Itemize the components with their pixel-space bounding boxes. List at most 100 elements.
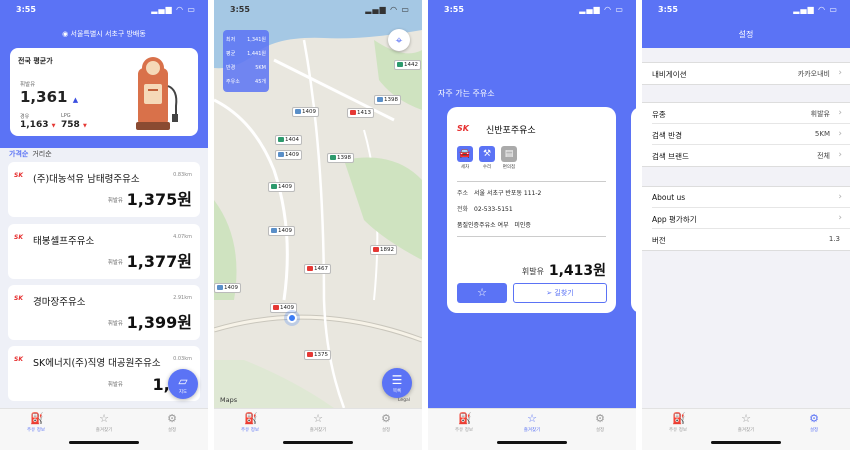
tab-fav-label: 즐겨찾기 <box>95 428 113 433</box>
tab-favorites[interactable]: ☆ 즐겨찾기 <box>512 413 552 434</box>
station-card[interactable]: SK 경마장주유소 2.91km 휘발유 1,399원 <box>8 285 200 340</box>
lpg-price-row: 758 ▼ <box>61 120 87 130</box>
tab-favorites[interactable]: ☆ 즐겨찾기 <box>84 413 124 434</box>
station-marker[interactable]: 1409 <box>275 150 302 160</box>
address-value: 서울 서초구 반포동 111-2 <box>474 190 542 197</box>
station-marker[interactable]: 1404 <box>275 135 302 145</box>
station-card[interactable]: SK (주)대농석유 남태령주유소 0.83km 휘발유 1,375원 <box>8 162 200 217</box>
chevron-right-icon: › <box>838 129 842 139</box>
tab-info-label: 주유 정보 <box>27 428 45 433</box>
station-marker[interactable]: 1409 <box>292 107 319 117</box>
tab-info[interactable]: ⛽ 주유 정보 <box>16 413 56 434</box>
station-distance: 0.83km <box>173 172 192 178</box>
service-label: 세차 <box>460 165 470 170</box>
info-value: 5KM <box>255 65 266 71</box>
setting-value: 1.3 <box>828 235 840 243</box>
setting-rate-app[interactable]: App 평가하기 › <box>652 208 850 229</box>
marker-price: 1442 <box>404 62 418 68</box>
list-view-button[interactable]: ☰ 목록 <box>382 368 412 398</box>
tab-settings[interactable]: ⚙ 설정 <box>152 412 192 434</box>
lpg-price: 758 <box>61 120 80 130</box>
setting-navigation[interactable]: 내비게이션 카카오내비 › <box>652 63 850 84</box>
station-marker[interactable]: 1467 <box>304 264 331 274</box>
station-marker[interactable]: 1409 <box>268 226 295 236</box>
sort-price-tab[interactable]: 가격순 <box>9 150 28 158</box>
gear-icon: ⚙ <box>809 412 819 425</box>
sk-logo-icon: SK <box>14 295 23 302</box>
chevron-right-icon: › <box>838 150 842 160</box>
service-label: 편의점 <box>502 165 516 170</box>
diesel-price: 1,163 <box>20 120 49 130</box>
info-row: 최저 1,341원 <box>226 33 266 47</box>
station-marker[interactable]: 1892 <box>370 245 397 255</box>
chevron-right-icon: › <box>838 68 842 78</box>
marker-price: 1398 <box>384 97 398 103</box>
setting-search-brand[interactable]: 검색 브랜드 전체 › <box>652 145 850 166</box>
status-bar: 3:55 ▂▄▆ ◠ ▭ <box>230 5 410 14</box>
info-key: 평균 <box>226 51 236 57</box>
station-card[interactable]: SK 태봉셀프주유소 4.07km 휘발유 1,377원 <box>8 224 200 279</box>
marker-price: 1892 <box>380 247 394 253</box>
marker-price: 1409 <box>280 305 294 311</box>
tab-info[interactable]: ⛽ 주유 정보 <box>658 413 698 434</box>
setting-label: 내비게이션 <box>652 70 687 79</box>
gear-icon: ⚙ <box>167 412 177 425</box>
station-marker[interactable]: 1398 <box>374 95 401 105</box>
favorite-station-card[interactable]: SK 신반포주유소 🚘 ⚒ ▤ 세차 수리 편의점 주소 서울 서초구 반포동 1… <box>447 107 616 313</box>
next-card-peek[interactable] <box>631 107 636 313</box>
settings-group-search: 유종 휘발유 › 검색 반경 5KM › 검색 브랜드 전체 › <box>642 102 850 167</box>
locate-me-button[interactable]: ⌖ <box>388 29 410 51</box>
setting-about-us[interactable]: About us › <box>652 187 850 208</box>
marker-price: 1409 <box>278 184 292 190</box>
phone-value: 02-533-5151 <box>474 206 513 213</box>
station-marker[interactable]: 1409 <box>270 303 297 313</box>
tab-settings-label: 설정 <box>809 428 819 433</box>
national-average-card: 전국 평균가 휘발유 1,361 ▲ 경유 1,163 ▼ LPG 758 ▼ <box>10 48 198 136</box>
status-time: 3:55 <box>658 5 678 14</box>
map-icon: ▱ <box>178 374 188 388</box>
tab-fav-label: 즐겨찾기 <box>523 428 541 433</box>
fuel-type: 휘발유 <box>107 382 123 388</box>
legal-link[interactable]: Legal <box>398 398 410 403</box>
setting-label: 검색 반경 <box>652 131 682 140</box>
sk-logo-icon: SK <box>14 356 23 363</box>
tab-settings[interactable]: ⚙ 설정 <box>580 413 620 434</box>
marker-price: 1409 <box>278 228 292 234</box>
sk-logo-icon: SK <box>14 234 23 241</box>
tab-settings[interactable]: ⚙ 설정 <box>794 412 834 434</box>
sort-distance-tab[interactable]: 거리순 <box>32 150 51 158</box>
map-view-button[interactable]: ▱ 지도 <box>168 369 198 399</box>
tab-favorites[interactable]: ☆ 즐겨찾기 <box>298 413 338 434</box>
station-marker[interactable]: 1409 <box>214 283 241 293</box>
divider <box>457 236 606 237</box>
fuel-type: 휘발유 <box>107 321 123 327</box>
tab-bar: ⛽ 주유 정보 ☆ 즐겨찾기 ⚙ 설정 <box>0 408 208 450</box>
up-arrow-icon: ▲ <box>72 96 79 104</box>
tab-settings[interactable]: ⚙ 설정 <box>366 413 406 434</box>
station-marker[interactable]: 1398 <box>327 153 354 163</box>
screen-settings: 3:55 ▂▄▆ ◠ ▭ 설정 내비게이션 카카오내비 › 유종 휘발유 › 검색 반경 5… <box>642 0 850 450</box>
station-marker[interactable]: 1413 <box>347 108 374 118</box>
chevron-right-icon: › <box>838 108 842 118</box>
setting-search-radius[interactable]: 검색 반경 5KM › <box>652 124 850 145</box>
station-marker[interactable]: 1375 <box>304 350 331 360</box>
map-info-box: 최저 1,341원 평균 1,441원 반경 5KM 주유소 45개 <box>223 30 269 92</box>
current-location-dot <box>287 313 297 323</box>
station-marker[interactable]: 1442 <box>394 60 421 70</box>
favorite-toggle-button[interactable]: ☆ <box>457 283 507 303</box>
station-name: 경마장주유소 <box>33 297 86 308</box>
marker-price: 1467 <box>314 266 328 272</box>
setting-fuel-type[interactable]: 유종 휘발유 › <box>652 103 850 124</box>
location-selector[interactable]: ◉ 서울특별시 서초구 방배동 <box>0 29 208 39</box>
directions-button[interactable]: ➢ 길찾기 <box>513 283 607 303</box>
list-button-label: 목록 <box>392 389 402 394</box>
settings-title: 설정 <box>738 30 754 39</box>
phone-row[interactable]: 전화 02-533-5151 <box>457 204 513 213</box>
map-button-label: 지도 <box>178 390 188 395</box>
station-marker[interactable]: 1409 <box>268 182 295 192</box>
status-bar: 3:55 ▂▄▆ ◠ ▭ <box>444 5 624 14</box>
tab-favorites[interactable]: ☆ 즐겨찾기 <box>726 413 766 434</box>
tab-info[interactable]: ⛽ 주유 정보 <box>230 413 270 434</box>
gas-price: 1,361 <box>20 88 68 106</box>
tab-info[interactable]: ⛽ 주유 정보 <box>444 413 484 434</box>
